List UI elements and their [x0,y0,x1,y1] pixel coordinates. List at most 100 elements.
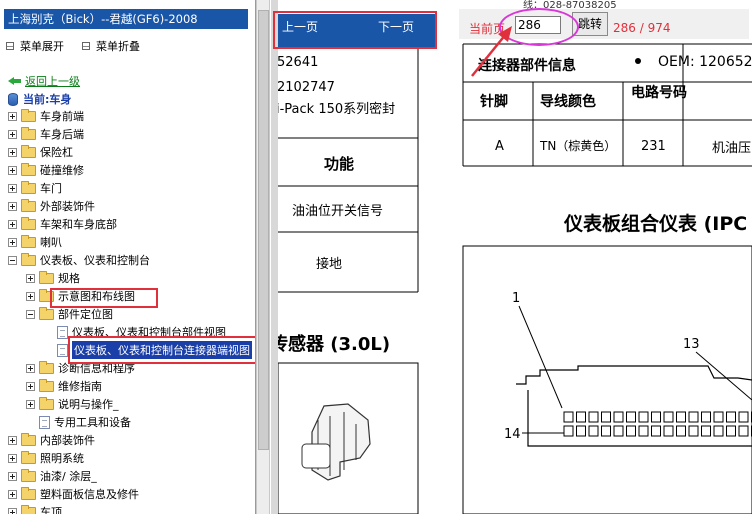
circuit-header: 电路号码 [631,84,687,101]
tree-item-label: 照明系统 [40,452,84,465]
function-cell: 机油压 [712,141,751,156]
expand-plus-icon[interactable] [8,471,17,481]
tree-item[interactable]: 喇叭 [8,233,62,251]
connector-pin [701,425,711,437]
expand-menu-button[interactable]: 菜单展开 [6,38,64,54]
tree-item[interactable]: 车门 [8,179,62,197]
cluster-connector-outline [516,365,752,385]
list-icon [82,42,90,50]
tree-item[interactable]: 车身前端 [8,107,84,125]
folder-icon [21,126,36,140]
tree-item[interactable]: 仪表板、仪表和控制台 [8,251,150,269]
tree-item[interactable]: 车身后端 [8,125,84,143]
expand-plus-icon[interactable] [8,219,17,229]
tree-item[interactable]: 油漆/ 涂层_ [8,467,97,485]
tree-item-label: 喇叭 [40,236,62,249]
expand-plus-icon[interactable] [8,201,17,211]
tree-item[interactable]: 照明系统 [8,449,84,467]
expand-plus-icon[interactable] [8,435,17,445]
current-section-label: 当前:车身 [23,93,72,106]
expand-plus-icon[interactable] [8,111,17,121]
connector-pin [626,425,636,437]
collapse-menu-button[interactable]: 菜单折叠 [82,38,140,54]
scrollbar-thumb[interactable] [258,10,269,450]
folder-icon [21,144,36,158]
connector-drawing [311,403,371,481]
annotation-box-selected-item [68,336,255,364]
tree-item-label: 仪表板、仪表和控制台 [40,254,150,267]
connector-pin [688,411,699,423]
function-row: 接地 [316,256,342,272]
tree-item[interactable]: 车顶 [8,503,62,514]
connector-pin [601,411,611,423]
expand-plus-icon[interactable] [8,147,17,157]
current-section: 当前:车身 [8,91,71,107]
expand-plus-icon[interactable] [8,165,17,175]
tree-item[interactable]: 维修指南 [26,377,102,395]
connector-pin [626,411,636,423]
expand-plus-icon[interactable] [8,237,17,247]
collapse-minus-icon[interactable] [8,255,17,265]
expand-plus-icon[interactable] [26,363,35,373]
bullet-icon [635,58,641,64]
connector-pin [638,425,649,437]
tree-item-label: 外部装饰件 [40,200,95,213]
expand-plus-icon[interactable] [8,453,17,463]
tree-item-label: 车门 [40,182,62,195]
page-count: 286 / 974 [613,21,671,35]
folder-icon [39,360,54,374]
folder-icon [39,270,54,284]
connector-pin [588,411,599,423]
tree-item[interactable]: 外部装饰件 [8,197,95,215]
expand-plus-icon[interactable] [26,273,35,283]
connector-pin [738,411,749,423]
connector-pin [563,425,574,437]
tree-item-label: 碰撞维修 [40,164,84,177]
expand-plus-icon[interactable] [8,183,17,193]
tree-item-label: 油漆/ 涂层_ [40,470,97,483]
folder-icon [21,504,36,514]
connector-pin [651,425,661,437]
tree-item[interactable]: 规格 [26,269,80,287]
tree-item-label: 维修指南 [58,380,102,393]
part-number-fragment: 52641 [278,55,318,70]
folder-icon [21,252,36,266]
tree-item[interactable]: 内部装饰件 [8,431,95,449]
document-icon [57,343,68,357]
menu-toolbar: 菜单展开 菜单折叠 [6,38,158,54]
wire-color-header: 导线颜色 [540,93,596,110]
cluster-title: 仪表板组合仪表 (IPC [563,212,747,235]
expand-plus-icon[interactable] [8,507,17,514]
tree-item[interactable]: 车架和车身底部 [8,215,117,233]
connector-pin [613,411,624,423]
tree-item[interactable]: 保险杠 [8,143,73,161]
pin-cell: A [495,139,504,154]
connector-pin [688,425,699,437]
connector-pin [576,425,586,437]
tree-item[interactable]: 专用工具和设备 [26,413,131,431]
tree-item[interactable]: 说明与操作_ [26,395,119,413]
circuit-cell: 231 [641,139,666,154]
tree-item-label: 塑料面板信息及修件 [40,488,139,501]
document-viewer: 52641 2102747 i-Pack 150系列密封 功能 油油位开关信号 接地 传感器… [271,0,752,514]
expand-plus-icon[interactable] [26,291,35,301]
document-icon [57,325,68,339]
expand-plus-icon[interactable] [26,399,35,409]
expand-plus-icon[interactable] [8,129,17,139]
connector-pin [713,411,724,423]
tree-item[interactable]: 塑料面板信息及修件 [8,485,139,503]
connector-drawing [301,443,331,469]
collapse-minus-icon[interactable] [26,309,35,319]
tree-item[interactable]: 碰撞维修 [8,161,84,179]
back-link[interactable]: 返回上一级 [8,73,80,89]
tree-scrollbar[interactable] [256,0,270,514]
back-arrow-icon [8,76,21,86]
wire-color-cell: TN（棕黄色） [539,138,616,153]
tree-item-label: 说明与操作_ [58,398,119,411]
connector-pin [613,425,624,437]
tree-item-label: 车架和车身底部 [40,218,117,231]
folder-icon [21,108,36,122]
expand-plus-icon[interactable] [8,489,17,499]
connector-pin [663,411,674,423]
expand-plus-icon[interactable] [26,381,35,391]
